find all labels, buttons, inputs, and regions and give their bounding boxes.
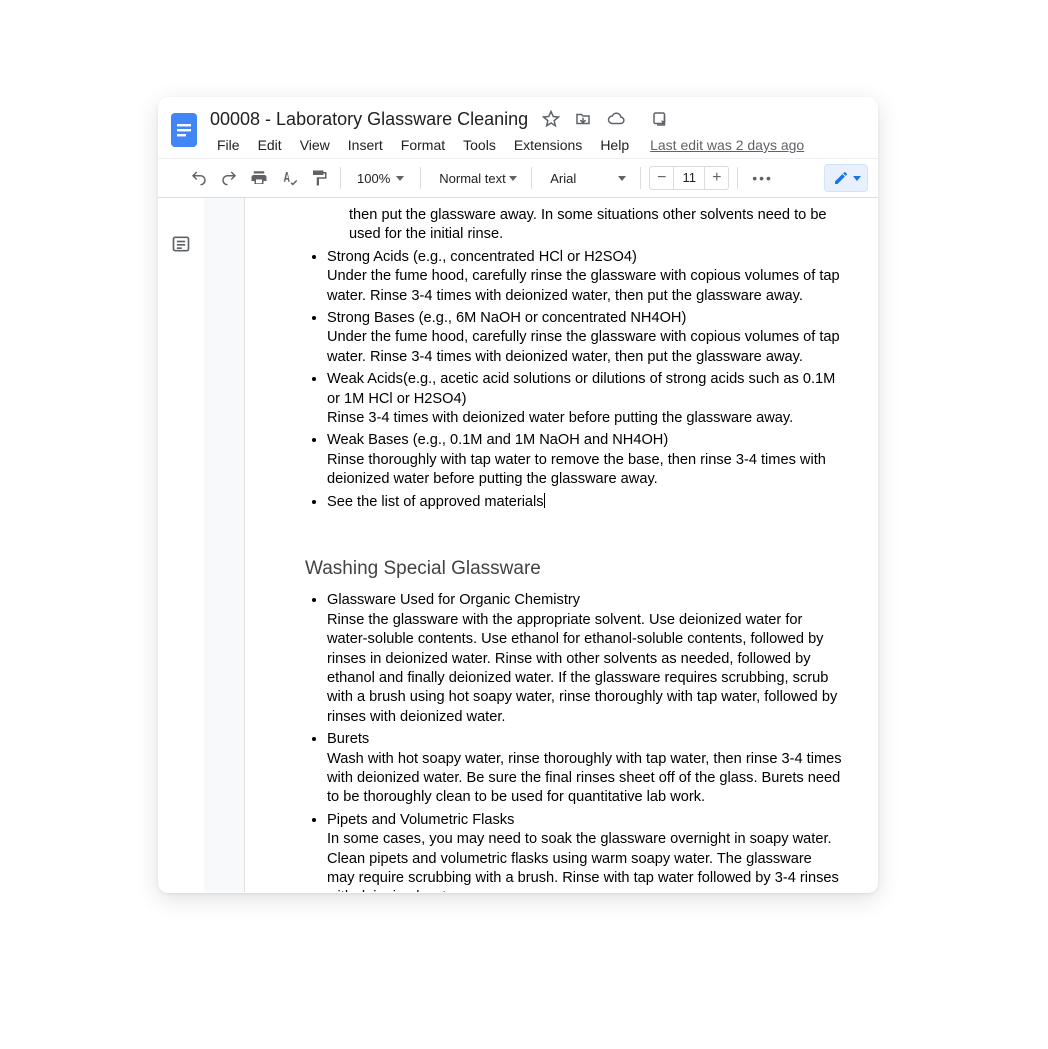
list-item: Strong Bases (e.g., 6M NaOH or concentra… bbox=[327, 309, 842, 367]
undo-button[interactable] bbox=[186, 165, 212, 191]
font-size-decrease[interactable]: − bbox=[649, 166, 673, 190]
font-size-input[interactable]: 11 bbox=[673, 166, 705, 190]
separator bbox=[531, 167, 532, 189]
title-bar: 00008 - Laboratory Glassware Cleaning Fi… bbox=[158, 97, 878, 158]
last-edit-link[interactable]: Last edit was 2 days ago bbox=[650, 137, 804, 153]
menu-view[interactable]: View bbox=[293, 135, 337, 155]
list-item-title: Burets bbox=[327, 731, 369, 747]
font-size-control: − 11 + bbox=[649, 165, 729, 191]
list-item-body: Rinse the glassware with the appropriate… bbox=[327, 611, 842, 727]
list-item: Strong Acids (e.g., concentrated HCl or … bbox=[327, 248, 842, 306]
bullet-list: Glassware Used for Organic Chemistry Rins… bbox=[305, 591, 842, 892]
list-item-body: Under the fume hood, carefully rinse the… bbox=[327, 328, 842, 367]
paint-format-button[interactable] bbox=[306, 165, 332, 191]
menu-insert[interactable]: Insert bbox=[341, 135, 390, 155]
font-select[interactable]: Arial bbox=[540, 165, 632, 191]
list-item-title: Strong Acids (e.g., concentrated HCl or … bbox=[327, 249, 637, 265]
document-body: then put the glassware away. In some sit… bbox=[158, 198, 878, 892]
menu-format[interactable]: Format bbox=[394, 135, 452, 155]
menu-extensions[interactable]: Extensions bbox=[507, 135, 589, 155]
outline-rail bbox=[158, 198, 204, 892]
list-item-title: Pipets and Volumetric Flasks bbox=[327, 812, 514, 828]
list-item: See the list of approved materials bbox=[327, 493, 842, 512]
menu-help[interactable]: Help bbox=[593, 135, 636, 155]
separator bbox=[420, 167, 421, 189]
zoom-select[interactable]: 100% bbox=[349, 165, 412, 191]
cloud-icon[interactable] bbox=[606, 110, 626, 128]
list-item-body: In some cases, you may need to soak the … bbox=[327, 830, 842, 892]
style-value: Normal text bbox=[439, 171, 505, 186]
separator bbox=[640, 167, 641, 189]
list-item: Burets Wash with hot soapy water, rinse t… bbox=[327, 730, 842, 808]
page-paper[interactable]: then put the glassware away. In some sit… bbox=[244, 198, 878, 892]
document-content[interactable]: then put the glassware away. In some sit… bbox=[305, 206, 842, 892]
more-tools-button[interactable]: ••• bbox=[746, 170, 779, 186]
list-item: Glassware Used for Organic Chemistry Rins… bbox=[327, 591, 842, 727]
toolbar: 100% Normal text Arial − 11 + ••• bbox=[158, 158, 878, 198]
list-item-body: Wash with hot soapy water, rinse thoroug… bbox=[327, 750, 842, 808]
list-item: Pipets and Volumetric Flasks In some case… bbox=[327, 811, 842, 892]
menu-tools[interactable]: Tools bbox=[456, 135, 503, 155]
list-item-body: Rinse thoroughly with tap water to remov… bbox=[327, 451, 842, 490]
separator bbox=[737, 167, 738, 189]
list-item-title: Weak Bases (e.g., 0.1M and 1M NaOH and N… bbox=[327, 432, 668, 448]
menu-file[interactable]: File bbox=[210, 135, 247, 155]
pencil-icon bbox=[833, 170, 849, 186]
docs-logo-icon[interactable] bbox=[168, 110, 200, 155]
print-button[interactable] bbox=[246, 165, 272, 191]
outline-toggle-icon[interactable] bbox=[171, 234, 191, 892]
list-item-title: Weak Acids(e.g., acetic acid solutions o… bbox=[327, 371, 835, 406]
menu-edit[interactable]: Edit bbox=[251, 135, 289, 155]
separator bbox=[340, 167, 341, 189]
chevron-down-icon bbox=[618, 176, 626, 181]
editing-mode-button[interactable] bbox=[824, 164, 868, 192]
section-heading: Washing Special Glassware bbox=[305, 556, 842, 581]
font-value: Arial bbox=[550, 171, 576, 186]
menu-bar: File Edit View Insert Format Tools Exten… bbox=[210, 132, 868, 158]
list-item: Weak Acids(e.g., acetic acid solutions o… bbox=[327, 370, 842, 428]
document-title[interactable]: 00008 - Laboratory Glassware Cleaning bbox=[210, 109, 528, 130]
spellcheck-button[interactable] bbox=[276, 165, 302, 191]
paragraph: then put the glassware away. In some sit… bbox=[305, 206, 842, 245]
list-item-title: Glassware Used for Organic Chemistry bbox=[327, 592, 580, 608]
font-size-increase[interactable]: + bbox=[705, 166, 729, 190]
redo-button[interactable] bbox=[216, 165, 242, 191]
list-item-title: Strong Bases (e.g., 6M NaOH or concentra… bbox=[327, 310, 686, 326]
history-icon[interactable] bbox=[650, 110, 670, 128]
list-item-title: See the list of approved materials bbox=[327, 494, 544, 510]
bullet-list: Strong Acids (e.g., concentrated HCl or … bbox=[305, 248, 842, 512]
move-icon[interactable] bbox=[574, 110, 592, 128]
star-icon[interactable] bbox=[542, 110, 560, 128]
list-item-body: Rinse 3-4 times with deionized water bef… bbox=[327, 409, 842, 428]
chevron-down-icon bbox=[853, 176, 861, 181]
app-window: 00008 - Laboratory Glassware Cleaning Fi… bbox=[158, 97, 878, 893]
chevron-down-icon bbox=[396, 176, 404, 181]
list-item-body: Under the fume hood, carefully rinse the… bbox=[327, 267, 842, 306]
chevron-down-icon bbox=[509, 176, 517, 181]
text-cursor bbox=[544, 493, 545, 508]
paragraph-style-select[interactable]: Normal text bbox=[429, 165, 523, 191]
page-surface: then put the glassware away. In some sit… bbox=[204, 198, 878, 892]
list-item: Weak Bases (e.g., 0.1M and 1M NaOH and N… bbox=[327, 431, 842, 489]
zoom-value: 100% bbox=[357, 171, 390, 186]
